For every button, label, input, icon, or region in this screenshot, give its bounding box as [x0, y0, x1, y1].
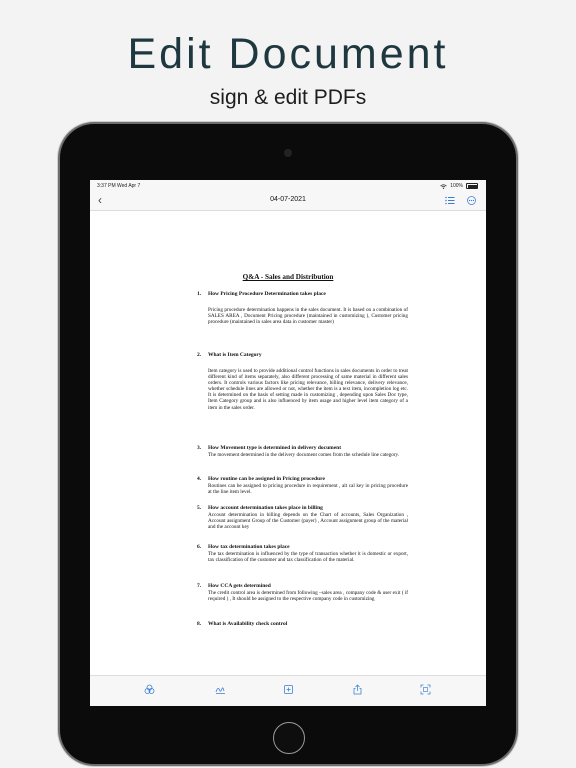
- question: 4. How routine can be assigned in Pricing…: [197, 476, 325, 482]
- question: 8. What is Availability check control: [197, 621, 288, 627]
- question: 2. What is Item Category: [197, 352, 262, 358]
- share-icon[interactable]: [352, 684, 363, 695]
- answer: Pricing procedure determination happens …: [208, 307, 408, 326]
- question: 7. How CCA gets determined: [197, 583, 271, 589]
- tablet-frame: 3:37 PM Wed Apr 7 100% ‹ 04-07-2021 Q&A …: [60, 124, 516, 764]
- answer: Routines can be assigned to pricing proc…: [208, 483, 408, 496]
- question: 3. How Movement type is determined in del…: [197, 445, 342, 451]
- document-title: 04-07-2021: [270, 196, 306, 203]
- nav-bar: ‹ 04-07-2021: [90, 192, 486, 211]
- add-square-icon[interactable]: [283, 684, 294, 695]
- status-indicators: 100%: [440, 183, 478, 189]
- battery-icon: [466, 183, 478, 189]
- home-button[interactable]: [273, 722, 305, 754]
- answer: Account determination in billing depends…: [208, 512, 408, 531]
- answer: The credit control area is determined fr…: [208, 590, 408, 603]
- answer: The movement determined in the delivery …: [208, 452, 400, 458]
- list-icon[interactable]: [445, 196, 455, 205]
- bottom-toolbar: [90, 675, 486, 706]
- scan-icon[interactable]: [420, 684, 431, 695]
- battery-percent: 100%: [450, 183, 463, 189]
- more-circle-icon[interactable]: [467, 196, 476, 205]
- question: 1. How Pricing Procedure Determination ta…: [197, 291, 326, 297]
- status-time: 3:37 PM Wed Apr 7: [97, 183, 141, 189]
- signature-icon[interactable]: [215, 684, 226, 695]
- wifi-icon: [440, 183, 447, 189]
- status-bar: 3:37 PM Wed Apr 7 100%: [90, 180, 486, 192]
- answer: The tax determination is influenced by t…: [208, 551, 408, 564]
- doc-heading: Q&A - Sales and Distribution: [242, 273, 334, 281]
- question: 6. How tax determination takes place: [197, 544, 290, 550]
- circles-icon[interactable]: [144, 684, 155, 695]
- question: 5. How account determination takes place …: [197, 505, 323, 511]
- marketing-headline: Edit Document: [127, 30, 449, 78]
- marketing-subline: sign & edit PDFs: [209, 86, 367, 109]
- answer: Item category is used to provide additio…: [208, 368, 408, 411]
- app-screen: 3:37 PM Wed Apr 7 100% ‹ 04-07-2021 Q&A …: [90, 180, 486, 706]
- pdf-page: Q&A - Sales and Distribution 1. How Prici…: [90, 211, 486, 675]
- camera-icon: [284, 149, 292, 157]
